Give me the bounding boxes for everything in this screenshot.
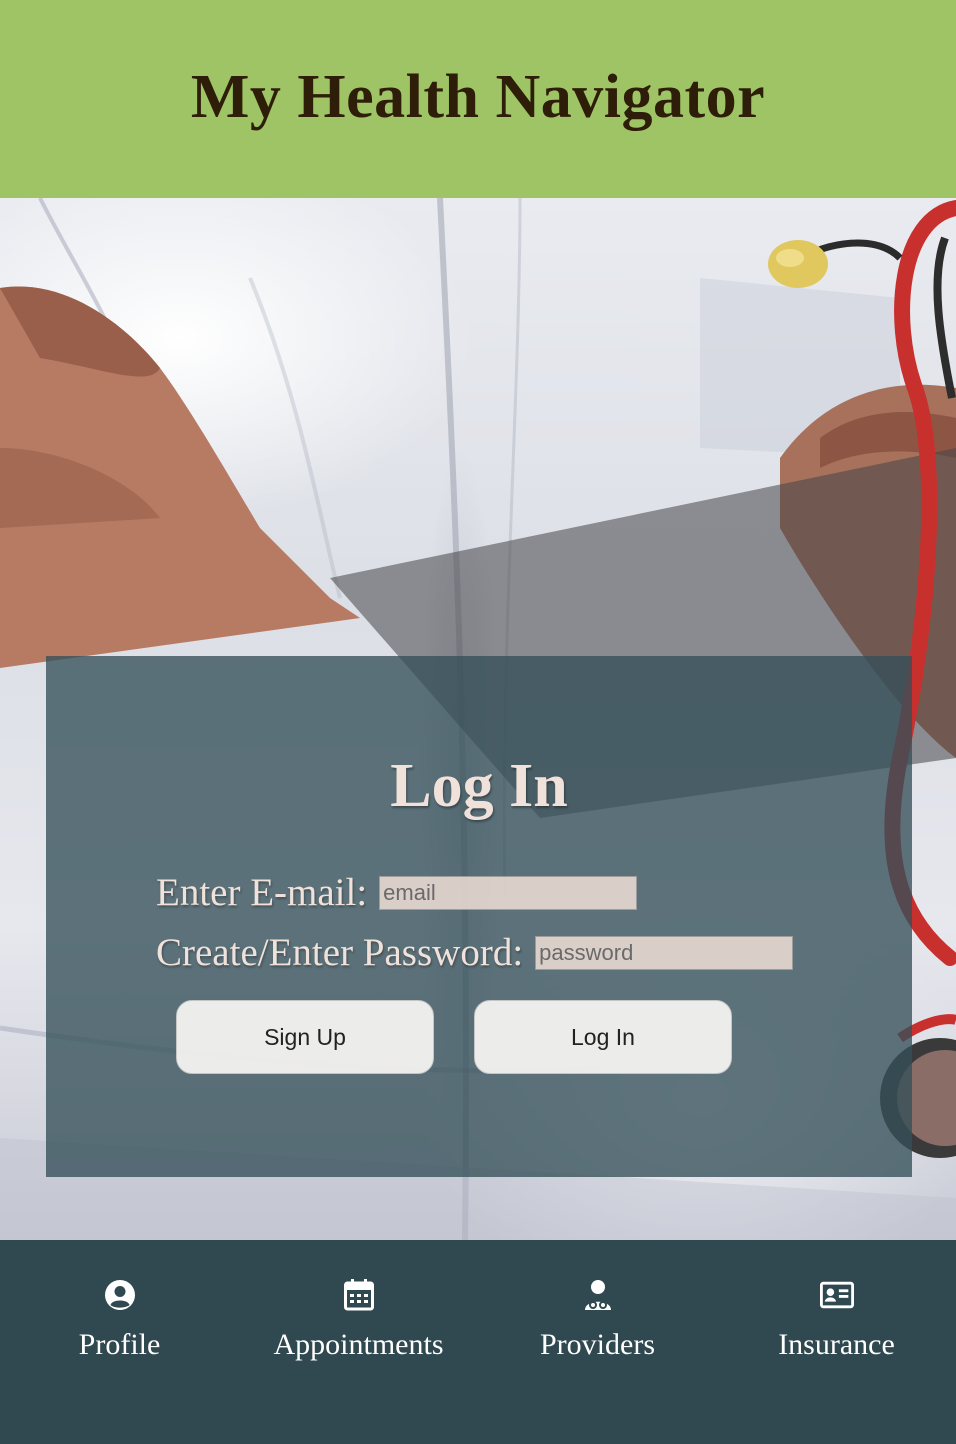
nav-item-providers[interactable]: Providers	[478, 1240, 717, 1444]
sign-up-button[interactable]: Sign Up	[176, 1000, 434, 1074]
nav-item-insurance[interactable]: Insurance	[717, 1240, 956, 1444]
password-row: Create/Enter Password:	[156, 930, 794, 975]
login-title: Log In	[390, 752, 568, 820]
nav-label-providers: Providers	[540, 1328, 655, 1361]
nav-item-profile[interactable]: Profile	[0, 1240, 239, 1444]
doctor-icon	[581, 1278, 615, 1312]
login-panel: Log In Enter E-mail: Create/Enter Passwo…	[46, 656, 912, 1177]
email-label: Enter E-mail:	[156, 871, 368, 914]
calendar-icon	[342, 1278, 376, 1312]
id-card-icon	[819, 1278, 854, 1312]
hero-background-image: Log In Enter E-mail: Create/Enter Passwo…	[0, 198, 956, 1240]
email-row: Enter E-mail:	[156, 870, 638, 915]
nav-item-appointments[interactable]: Appointments	[239, 1240, 478, 1444]
nav-label-profile: Profile	[78, 1328, 161, 1361]
app-header: My Health Navigator	[0, 0, 956, 198]
password-field[interactable]	[535, 935, 794, 970]
user-circle-icon	[103, 1278, 137, 1312]
bottom-nav: Profile Appointments Providers Insurance	[0, 1240, 956, 1444]
password-label: Create/Enter Password:	[156, 931, 524, 974]
nav-label-appointments: Appointments	[273, 1328, 444, 1361]
app-title: My Health Navigator	[190, 62, 766, 131]
log-in-button[interactable]: Log In	[474, 1000, 732, 1074]
nav-label-insurance: Insurance	[778, 1328, 895, 1361]
email-field[interactable]	[379, 875, 638, 910]
